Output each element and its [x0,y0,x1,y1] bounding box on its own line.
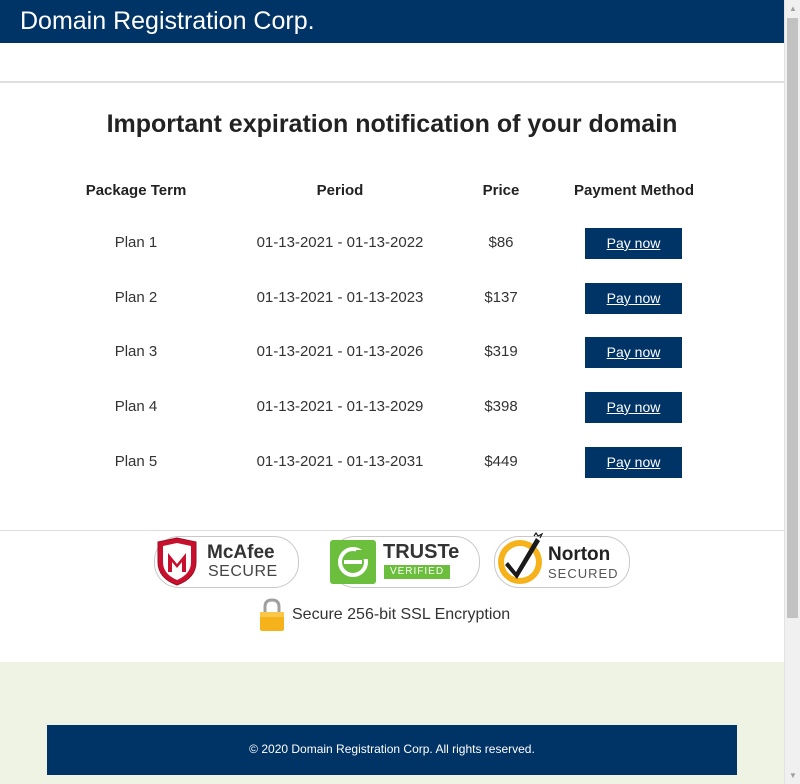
pay-now-button[interactable]: Pay now [585,447,682,478]
vertical-scrollbar[interactable]: ▲ ▼ [784,0,800,784]
norton-check-icon [498,532,544,584]
plan-term: Plan 5 [114,453,158,470]
pay-now-button[interactable]: Pay now [585,337,682,368]
truste-verified-badge: TRUSTe VERIFIED [330,536,480,588]
site-header: Domain Registration Corp. [0,0,784,43]
column-header-price: Price [482,182,520,199]
mcafee-secure-badge: McAfee SECURE [154,536,299,588]
plan-period: 01-13-2021 - 01-13-2023 [256,289,424,306]
plan-term: Plan 3 [114,343,158,360]
padlock-icon [260,598,284,631]
pay-now-button[interactable]: Pay now [585,283,682,314]
plan-period: 01-13-2021 - 01-13-2022 [256,234,424,251]
truste-logo-icon [330,540,376,584]
scrollbar-thumb[interactable] [787,18,798,618]
plan-price: $449 [484,453,518,470]
pay-now-button[interactable]: Pay now [585,228,682,259]
mcafee-name: McAfee [207,542,275,563]
plan-term: Plan 4 [114,398,158,415]
plan-price: $319 [484,343,518,360]
column-header-period: Period [316,182,364,199]
plan-term: Plan 2 [114,289,158,306]
page-title: Important expiration notification of you… [106,110,678,138]
copyright-text: © 2020 Domain Registration Corp. All rig… [249,742,535,756]
header-divider [0,81,784,83]
plan-price: $137 [484,289,518,306]
column-header-term: Package Term [85,182,187,199]
plan-period: 01-13-2021 - 01-13-2026 [256,343,424,360]
norton-name: Norton [548,544,611,565]
plan-period: 01-13-2021 - 01-13-2029 [256,398,424,415]
plan-price: $86 [488,234,514,251]
brand-name: Domain Registration Corp. [20,7,315,35]
page: Domain Registration Corp. Important expi… [0,0,784,784]
norton-secured-badge: Norton SECURED [494,532,630,588]
plan-period: 01-13-2021 - 01-13-2031 [256,453,424,470]
plan-term: Plan 1 [114,234,158,251]
truste-name: TRUSTe [383,541,460,563]
content-divider [0,530,784,531]
pay-now-button[interactable]: Pay now [585,392,682,423]
ssl-notice: Secure 256-bit SSL Encryption [258,598,518,632]
norton-label: SECURED [548,566,619,581]
plan-price: $398 [484,398,518,415]
truste-label: VERIFIED [384,565,450,579]
site-footer: © 2020 Domain Registration Corp. All rig… [47,725,737,775]
ssl-text: Secure 256-bit SSL Encryption [292,606,511,623]
scroll-down-arrow-icon[interactable]: ▼ [785,767,800,784]
column-header-payment: Payment Method [573,182,694,199]
mcafee-label: SECURE [208,563,278,580]
scroll-up-arrow-icon[interactable]: ▲ [785,0,800,17]
